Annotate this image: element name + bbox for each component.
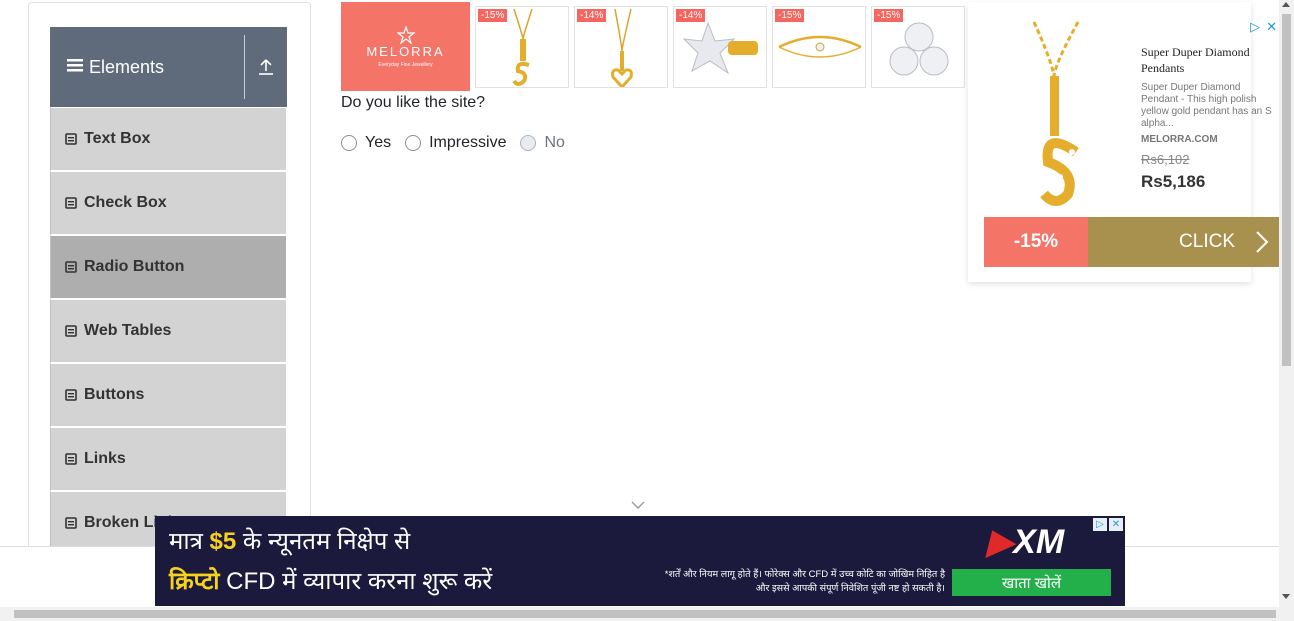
discount-label: -15% [984,217,1088,267]
new-price: Rs5,186 [1141,172,1206,191]
vertical-scrollbar[interactable] [1279,0,1294,607]
close-icon[interactable]: ✕ [1109,518,1123,531]
adchoice-icon[interactable]: ▷ [1093,518,1107,531]
product-title: Super Duper Diamond Pendants [1141,45,1250,75]
sidebar-item-links[interactable]: Links [50,427,287,491]
sidebar-item-label: Text Box [84,130,151,147]
hamburger-icon [67,57,83,78]
collapse-button[interactable] [245,58,287,76]
shop-name: MELORRA.COM [1141,134,1218,145]
group-title: Elements [50,57,244,78]
banner-amount: $5 [209,528,237,555]
scroll-down-arrow[interactable] [1282,594,1290,599]
star-logo-icon [396,25,415,44]
discount-badge: -14% [577,9,607,22]
discount-badge: -15% [874,9,904,22]
list-icon [65,389,77,401]
element-menu: Text Box Check Box Radio Button Web Tabl… [50,107,287,555]
group-title-label: Elements [89,56,165,77]
scroll-up-arrow[interactable] [1282,2,1290,7]
sidebar-item-buttons[interactable]: Buttons [50,363,287,427]
sidebar-item-label: Web Tables [84,322,172,339]
banner-line-2: क्रिप्टो CFD में व्यापार करना शुरू करें [169,564,492,597]
radio-circle[interactable] [405,135,422,151]
chevron-down-icon[interactable] [631,500,645,510]
bull-logo-icon: ▶ [987,523,1014,561]
banner-highlight: क्रिप्टो [169,568,220,595]
xm-banner-ad[interactable]: मात्र $5 के न्यूनतम निक्षेप से क्रिप्टो … [155,516,1125,606]
adchoice-icon[interactable]: ▷ [1250,19,1260,35]
sidebar-item-web-tables[interactable]: Web Tables [50,299,287,363]
click-label: CLICK [1179,231,1235,252]
horizontal-scrollbar[interactable] [0,607,1294,621]
radio-label: Yes [365,134,392,151]
sidebar-item-label: Check Box [84,194,167,211]
banner-line-1: मात्र $5 के न्यूनतम निक्षेप से [169,524,410,557]
click-button[interactable]: CLICK [1088,217,1279,267]
discount-badge: -14% [676,9,706,22]
radio-no: No [520,134,565,152]
sidebar-item-radio-button[interactable]: Radio Button [50,235,287,299]
jewellery-ad-strip: MELORRA Everyday Fine Jewellery -15% -14… [341,2,968,92]
pendant-ad[interactable]: ▷ ✕ Super Duper Diamond Pendants Super D… [968,2,1279,282]
adchoice-controls[interactable]: ▷ ✕ [1250,19,1277,35]
product-tile[interactable]: -14% [574,6,668,88]
discount-badge: -15% [478,9,508,22]
open-account-button[interactable]: खाता खोलें [952,569,1111,596]
banner-ad-controls[interactable]: ▷ ✕ [1093,518,1123,531]
scroll-thumb[interactable] [1282,14,1291,366]
banner-line-1-suffix: के न्यूनतम निक्षेप से [236,528,411,555]
radio-circle [520,135,537,151]
sidebar-item-label: Links [84,450,126,467]
product-description: Super Duper Diamond Pendant - This high … [1141,82,1272,129]
radio-circle[interactable] [341,135,357,151]
close-icon[interactable]: ✕ [1266,19,1277,35]
brand-name: MELORRA [366,43,445,59]
list-icon [65,197,77,209]
collapse-up-icon [259,59,273,75]
page: Elements Text Box Check Box Radio Button… [0,0,1294,621]
radio-impressive[interactable]: Impressive [405,134,506,152]
product-tile[interactable]: -15% [871,6,965,88]
banner-line-2-rest: CFD में व्यापार करना शुरू करें [219,568,493,595]
logo-text: XM [1013,523,1065,561]
scroll-thumb[interactable] [14,610,1276,618]
sidebar-item-label: Radio Button [84,258,185,275]
list-icon [65,133,77,145]
sidebar-item-text-box[interactable]: Text Box [50,107,287,171]
radio-label: Impressive [429,134,507,151]
question-text: Do you like the site? [341,94,486,111]
list-icon [65,325,77,337]
sidebar-item-check-box[interactable]: Check Box [50,171,287,235]
xm-logo: ▶XM [987,522,1064,562]
radio-yes[interactable]: Yes [341,134,391,152]
list-icon [65,261,77,273]
banner-disclaimer: *शर्तें और नियम लागू होते हैं। फोरेक्स औ… [664,569,945,594]
sidebar-item-label: Buttons [84,386,145,403]
list-icon [65,453,77,465]
old-price: Rs6,102 [1141,152,1190,167]
product-tile[interactable]: -14% [673,6,767,88]
radio-group: Yes Impressive No [341,134,579,152]
product-tile[interactable]: -15% [772,6,866,88]
chevron-right-icon [1256,231,1269,253]
radio-label: No [544,134,565,151]
discount-badge: -15% [775,9,805,22]
elements-group-header[interactable]: Elements [50,27,287,107]
list-icon [65,517,77,529]
product-tile[interactable]: -15% [475,6,569,88]
melorra-brand-tile[interactable]: MELORRA Everyday Fine Jewellery [341,2,470,91]
banner-line-1-prefix: मात्र [169,528,210,555]
brand-tagline: Everyday Fine Jewellery [378,61,433,68]
pendant-image [1032,21,1080,206]
